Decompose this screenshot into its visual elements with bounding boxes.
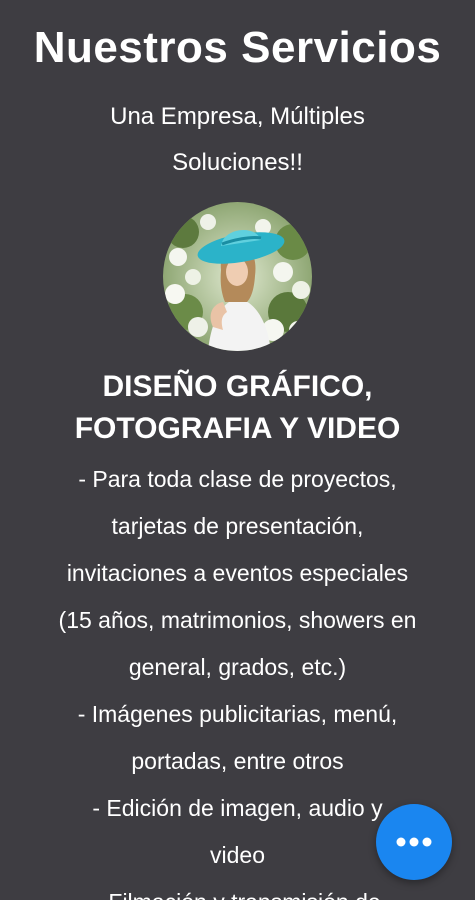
section-title-line: FOTOGRAFIA Y VIDEO [74,412,401,445]
list-item: invitaciones a eventos especiales [66,560,409,586]
services-page: Nuestros Servicios Una Empresa, Múltiple… [0,0,475,900]
list-item: (15 años, matrimonios, showers en [58,607,417,633]
more-horizontal-icon [396,837,432,847]
subtitle-line: Una Empresa, Múltiples [110,103,365,130]
list-item: - Imágenes publicitarias, menú, [77,701,398,727]
section-title-line: DISEÑO GRÁFICO, [102,370,373,403]
page-title: Nuestros Servicios [33,23,442,72]
page-subtitle: Una Empresa, Múltiples Soluciones!! [0,94,475,186]
subtitle-line: Soluciones!! [172,149,303,176]
list-item: tarjetas de presentación, [111,513,364,539]
list-item: - Filmación y transmisión de [0,879,475,900]
list-item: general, grados, etc.) [128,654,347,680]
service-photo [163,202,312,351]
woman-in-flowers-photo [163,202,312,351]
section-title: DISEÑO GRÁFICO, FOTOGRAFIA Y VIDEO [0,366,475,450]
more-options-button[interactable] [376,804,452,880]
list-item: portadas, entre otros [131,748,344,774]
list-item: - Para toda clase de proyectos, [78,466,397,492]
